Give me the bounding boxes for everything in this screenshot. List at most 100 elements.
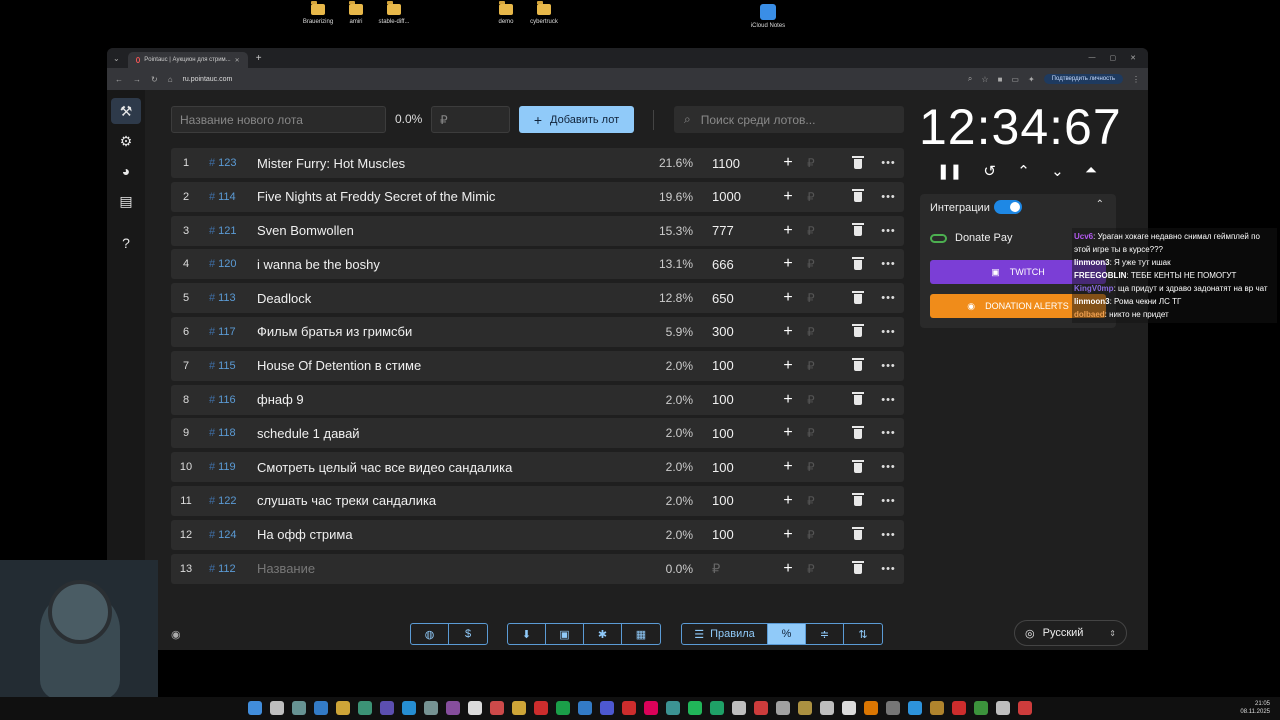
integrations-toggle[interactable] bbox=[994, 200, 1022, 214]
lot-name[interactable]: Название bbox=[257, 561, 633, 576]
taskbar-app-icon[interactable] bbox=[842, 701, 856, 715]
lot-amount[interactable]: 1000 bbox=[693, 189, 773, 204]
lot-row[interactable]: 4 #120 i wanna be the boshy 13.1% 666 + ₽ ••• bbox=[171, 249, 904, 280]
new-lot-name-input[interactable]: Название нового лота bbox=[171, 106, 386, 133]
lot-id-tag[interactable]: #113 bbox=[201, 292, 257, 304]
lot-id-tag[interactable]: #117 bbox=[201, 326, 257, 338]
taskbar-app-icon[interactable] bbox=[952, 701, 966, 715]
lot-amount[interactable]: 666 bbox=[693, 257, 773, 272]
visibility-eye-icon[interactable]: ◉ bbox=[171, 628, 181, 641]
more-options-icon[interactable]: ••• bbox=[873, 326, 904, 338]
browser-menu-icon[interactable]: ⋮ bbox=[1132, 75, 1140, 84]
taskbar-app-icon[interactable] bbox=[908, 701, 922, 715]
ruble-input[interactable]: ₽ bbox=[803, 190, 843, 204]
more-options-icon[interactable]: ••• bbox=[873, 292, 904, 304]
more-options-icon[interactable]: ••• bbox=[873, 191, 904, 203]
desktop-folder-stable-diff[interactable]: stable-diff... bbox=[364, 1, 424, 25]
lot-row[interactable]: 8 #116 фнаф 9 2.0% 100 + ₽ ••• bbox=[171, 384, 904, 415]
taskbar-app-icon[interactable] bbox=[886, 701, 900, 715]
more-options-icon[interactable]: ••• bbox=[873, 461, 904, 473]
desktop-icloud-notes[interactable]: iCloud Notes bbox=[738, 4, 798, 29]
zoom-icon[interactable]: ⌕ bbox=[968, 74, 972, 84]
taskbar-app-icon[interactable] bbox=[776, 701, 790, 715]
taskbar-app-icon[interactable] bbox=[600, 701, 614, 715]
taskbar-app-icon[interactable] bbox=[292, 701, 306, 715]
wheel-pie-icon[interactable]: ◕ bbox=[111, 158, 141, 184]
taskbar-app-icon[interactable] bbox=[732, 701, 746, 715]
lot-name[interactable]: Five Nights at Freddy Secret of the Mimi… bbox=[257, 189, 633, 204]
lot-id-tag[interactable]: #112 bbox=[201, 563, 257, 575]
delete-trash-icon[interactable] bbox=[843, 223, 873, 238]
lot-row[interactable]: 6 #117 Фильм братья из гримсби 5.9% 300 + ₽ ••• bbox=[171, 316, 904, 347]
chevron-down-icon[interactable]: ⌄ bbox=[1051, 162, 1064, 180]
tab-menu-icon[interactable]: ⌄ bbox=[113, 54, 120, 63]
more-options-icon[interactable]: ••• bbox=[873, 360, 904, 372]
add-amount-icon[interactable]: + bbox=[773, 526, 803, 544]
more-options-icon[interactable]: ••• bbox=[873, 394, 904, 406]
lot-name[interactable]: слушать час треки сандалика bbox=[257, 493, 633, 508]
more-options-icon[interactable]: ••• bbox=[873, 225, 904, 237]
taskbar-app-icon[interactable] bbox=[754, 701, 768, 715]
lot-row[interactable]: 11 #122 слушать час треки сандалика 2.0% 100… bbox=[171, 485, 904, 516]
more-options-icon[interactable]: ••• bbox=[873, 427, 904, 439]
taskbar-app-icon[interactable] bbox=[1018, 701, 1032, 715]
taskbar-app-icon[interactable] bbox=[358, 701, 372, 715]
taskbar-app-icon[interactable] bbox=[820, 701, 834, 715]
lot-id-tag[interactable]: #119 bbox=[201, 461, 257, 473]
taskbar-app-icon[interactable] bbox=[270, 701, 284, 715]
ruble-input[interactable]: ₽ bbox=[803, 224, 843, 238]
lot-id-tag[interactable]: #114 bbox=[201, 191, 257, 203]
donatepay-integration[interactable]: Donate Pay bbox=[930, 232, 1012, 244]
more-options-icon[interactable]: ••• bbox=[873, 563, 904, 575]
back-icon[interactable]: ← bbox=[115, 75, 123, 84]
pause-icon[interactable]: ❚❚ bbox=[937, 162, 962, 180]
lot-row[interactable]: 7 #115 House Of Detention в стиме 2.0% 100 + ₽… bbox=[171, 350, 904, 381]
delete-trash-icon[interactable] bbox=[843, 155, 873, 171]
lot-name[interactable]: Sven Bomwollen bbox=[257, 223, 633, 238]
lot-amount[interactable]: 100 bbox=[693, 426, 773, 441]
taskbar-app-icon[interactable] bbox=[446, 701, 460, 715]
lot-id-tag[interactable]: #123 bbox=[201, 157, 257, 169]
add-amount-icon[interactable]: + bbox=[773, 188, 803, 206]
delete-trash-icon[interactable] bbox=[843, 358, 873, 373]
lot-id-tag[interactable]: #120 bbox=[201, 258, 257, 270]
taskbar-app-icon[interactable] bbox=[798, 701, 812, 715]
lot-id-tag[interactable]: #116 bbox=[201, 394, 257, 406]
new-lot-amount-input[interactable]: ₽ bbox=[431, 106, 510, 133]
lot-name[interactable]: Mister Furry: Hot Muscles bbox=[257, 156, 633, 171]
delete-trash-icon[interactable] bbox=[843, 324, 873, 339]
more-options-icon[interactable]: ••• bbox=[873, 495, 904, 507]
taskbar-app-icon[interactable] bbox=[468, 701, 482, 715]
lot-name[interactable]: House Of Detention в стиме bbox=[257, 358, 633, 373]
lot-amount[interactable]: 100 bbox=[693, 460, 773, 475]
lot-row[interactable]: 5 #113 Deadlock 12.8% 650 + ₽ ••• bbox=[171, 283, 904, 314]
add-amount-icon[interactable]: + bbox=[773, 154, 803, 172]
taskbar-app-icon[interactable] bbox=[424, 701, 438, 715]
lot-amount[interactable]: 300 bbox=[693, 324, 773, 339]
delete-trash-icon[interactable] bbox=[843, 561, 873, 576]
taskbar-app-icon[interactable] bbox=[688, 701, 702, 715]
taskbar-app-icon[interactable] bbox=[380, 701, 394, 715]
add-amount-icon[interactable]: + bbox=[773, 323, 803, 341]
history-clipboard-icon[interactable]: ▤ bbox=[111, 188, 141, 214]
ruble-input[interactable]: ₽ bbox=[803, 562, 843, 576]
settings-gear-icon[interactable]: ⚙ bbox=[111, 128, 141, 154]
delete-trash-icon[interactable] bbox=[843, 290, 873, 306]
browser-tab[interactable]: Pointauc | Аукцион для стрим... ✕ bbox=[127, 52, 248, 68]
clear-list-icon[interactable]: ▦ bbox=[622, 624, 660, 644]
more-options-icon[interactable]: ••• bbox=[873, 157, 904, 169]
lot-id-tag[interactable]: #115 bbox=[201, 360, 257, 372]
taskbar-app-icon[interactable] bbox=[710, 701, 724, 715]
taskbar-app-icon[interactable] bbox=[402, 701, 416, 715]
help-icon[interactable]: ? bbox=[111, 230, 141, 256]
lot-row[interactable]: 2 #114 Five Nights at Freddy Secret of the… bbox=[171, 181, 904, 212]
collapse-chevron-icon[interactable]: ⌃ bbox=[1096, 199, 1104, 210]
more-options-icon[interactable]: ••• bbox=[873, 258, 904, 270]
lot-amount[interactable]: 100 bbox=[693, 392, 773, 407]
home-icon[interactable]: ⌂ bbox=[168, 75, 173, 84]
add-amount-icon[interactable]: + bbox=[773, 492, 803, 510]
more-options-icon[interactable]: ••• bbox=[873, 529, 904, 541]
delete-trash-icon[interactable] bbox=[843, 256, 873, 272]
puzzle-icon[interactable]: ✦ bbox=[1028, 75, 1035, 84]
taskbar-clock[interactable]: 21:05 08.11.2025 bbox=[1240, 700, 1270, 716]
